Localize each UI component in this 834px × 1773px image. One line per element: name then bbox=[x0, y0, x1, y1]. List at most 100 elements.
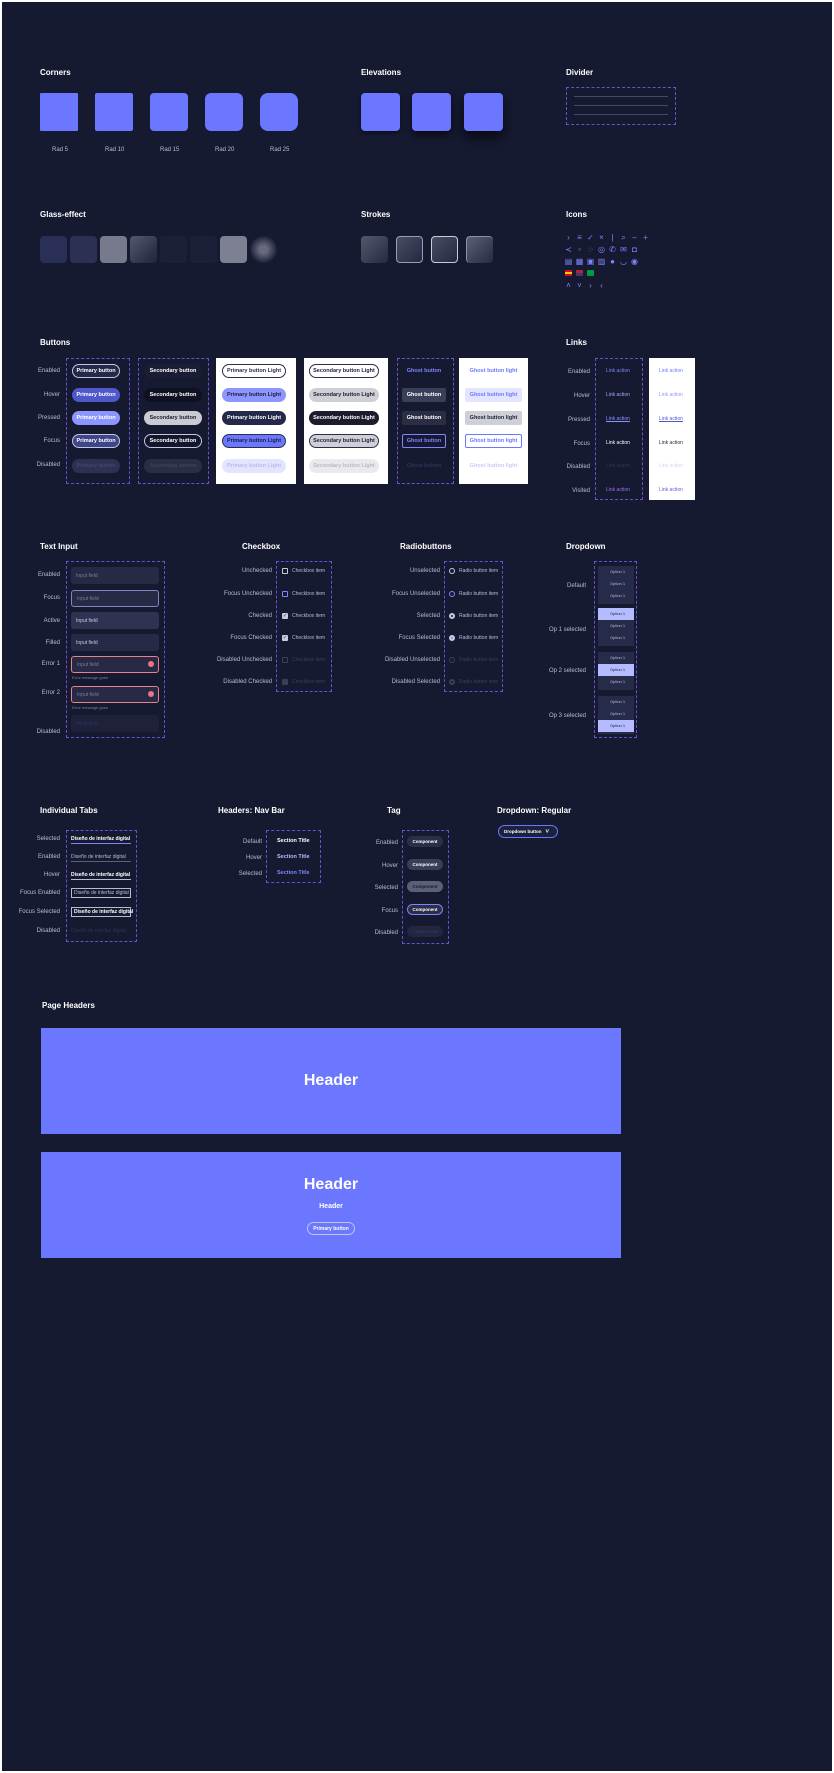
ghost-button-hover[interactable]: Ghost button bbox=[402, 388, 446, 402]
checkbox-disabled-unchecked[interactable] bbox=[282, 657, 288, 663]
ghost-button-disabled[interactable]: Ghost button bbox=[402, 459, 446, 473]
tab-focus-selected[interactable]: Diseño de interfaz digital bbox=[71, 907, 133, 917]
dropdown-regular-button[interactable]: Dropdown button ˅ bbox=[498, 825, 558, 838]
secondary-button-disabled[interactable]: Secondary button bbox=[144, 459, 202, 473]
primary-button-pressed[interactable]: Primary button bbox=[72, 411, 120, 425]
checkbox-unchecked[interactable] bbox=[282, 568, 288, 574]
page-header-title: Header bbox=[303, 1072, 359, 1089]
link-hover[interactable]: Link action bbox=[606, 392, 630, 398]
dropdown-option[interactable]: Option 1 bbox=[610, 593, 625, 598]
ghost-light-button-pressed[interactable]: Ghost button light bbox=[465, 411, 522, 425]
link-light-focus[interactable]: Link action bbox=[659, 440, 683, 446]
link-light-pressed[interactable]: Link action bbox=[659, 416, 683, 422]
checkbox-checked[interactable]: ✓ bbox=[282, 613, 288, 619]
tab-selected[interactable]: Diseño de interfaz digital bbox=[71, 836, 131, 844]
ghost-light-button-enabled[interactable]: Ghost button light bbox=[465, 364, 522, 378]
radio-focus-selected[interactable] bbox=[449, 635, 455, 641]
ghost-light-button-hover[interactable]: Ghost button light bbox=[465, 388, 522, 402]
dot-icon: ● bbox=[610, 257, 615, 266]
secondary-light-button-focus[interactable]: Secondary button Light bbox=[309, 434, 379, 448]
primary-light-button-hover[interactable]: Primary button Light bbox=[222, 388, 286, 402]
link-light-disabled[interactable]: Link action bbox=[659, 463, 683, 469]
navbar-item-hover[interactable]: Section Title bbox=[277, 854, 310, 860]
dropdown-option[interactable]: Option 1 bbox=[610, 679, 625, 684]
secondary-light-button-disabled[interactable]: Secondary button Light bbox=[309, 459, 379, 473]
ghost-light-button-focus[interactable]: Ghost button light bbox=[465, 434, 522, 448]
state-label: Focus Unselected bbox=[391, 591, 440, 597]
link-light-enabled[interactable]: Link action bbox=[659, 368, 683, 374]
link-pressed[interactable]: Link action bbox=[606, 416, 630, 422]
radio-disabled-selected[interactable] bbox=[449, 679, 455, 685]
checkbox-focus-unchecked[interactable] bbox=[282, 591, 288, 597]
link-focus[interactable]: Link action bbox=[606, 440, 630, 446]
link-light-hover[interactable]: Link action bbox=[659, 392, 683, 398]
ghost-button-focus[interactable]: Ghost button bbox=[402, 434, 446, 448]
dropdown-option[interactable]: Option 1 bbox=[610, 611, 625, 616]
tab-disabled[interactable]: Diseño de interfaz digital bbox=[71, 928, 131, 934]
tag-disabled[interactable]: Component bbox=[407, 926, 443, 937]
minus-icon: – bbox=[632, 233, 637, 242]
tab-hover[interactable]: Diseño de interfaz digital bbox=[71, 872, 131, 880]
text-input-focus[interactable]: Input field bbox=[71, 590, 159, 607]
secondary-button-pressed[interactable]: Secondary button bbox=[144, 411, 202, 425]
dropdown-option[interactable]: Option 1 bbox=[610, 635, 625, 640]
secondary-light-button-hover[interactable]: Secondary button Light bbox=[309, 388, 379, 402]
text-input-enabled[interactable]: Input field bbox=[71, 567, 159, 584]
link-visited[interactable]: Link action bbox=[606, 487, 630, 493]
divider-line bbox=[574, 105, 668, 106]
text-input-error-2[interactable]: Input field bbox=[71, 686, 159, 703]
tab-focus-enabled[interactable]: Diseño de interfaz digital bbox=[71, 888, 131, 898]
primary-button-enabled[interactable]: Primary button bbox=[72, 364, 120, 378]
dropdown-option[interactable]: Option 1 bbox=[610, 581, 625, 586]
navbar-item-selected[interactable]: Section Title bbox=[277, 870, 310, 876]
text-input-error-1[interactable]: Input field bbox=[71, 656, 159, 673]
radio-selected[interactable] bbox=[449, 613, 455, 619]
state-label: Hover bbox=[43, 872, 60, 878]
checkbox-disabled-checked[interactable] bbox=[282, 679, 288, 685]
dropdown-option[interactable]: Option 1 bbox=[610, 699, 625, 704]
primary-light-button-enabled[interactable]: Primary button Light bbox=[222, 364, 286, 378]
dropdown-option[interactable]: Option 1 bbox=[610, 569, 625, 574]
dropdown-option[interactable]: Option 1 bbox=[610, 623, 625, 628]
page-header-primary-button[interactable]: Primary button bbox=[307, 1222, 355, 1235]
link-enabled[interactable]: Link action bbox=[606, 368, 630, 374]
secondary-button-enabled[interactable]: Secondary button bbox=[144, 364, 202, 378]
primary-light-button-disabled[interactable]: Primary button Light bbox=[222, 459, 286, 473]
ghost-button-enabled[interactable]: Ghost button bbox=[402, 364, 446, 378]
tag-selected[interactable]: Component bbox=[407, 881, 443, 892]
primary-light-button-pressed[interactable]: Primary button Light bbox=[222, 411, 286, 425]
text-input-filled[interactable]: Input field bbox=[71, 634, 159, 651]
tab-enabled[interactable]: Diseño de interfaz digital bbox=[71, 854, 131, 862]
close-icon: × bbox=[599, 233, 604, 242]
dropdown-option[interactable]: Option 1 bbox=[610, 711, 625, 716]
page-header-subtitle: Header bbox=[319, 1203, 343, 1210]
ghost-button-pressed[interactable]: Ghost button bbox=[402, 411, 446, 425]
checkbox-focus-checked[interactable]: ✓ bbox=[282, 635, 288, 641]
dropdown-option[interactable]: Option 1 bbox=[610, 723, 625, 728]
radio-focus-unselected[interactable] bbox=[449, 591, 455, 597]
primary-light-button-focus[interactable]: Primary button Light bbox=[222, 434, 286, 448]
dropdown-option[interactable]: Option 1 bbox=[610, 667, 625, 672]
primary-button-disabled[interactable]: Primary button bbox=[72, 459, 120, 473]
primary-button-hover[interactable]: Primary button bbox=[72, 388, 120, 402]
secondary-button-focus[interactable]: Secondary button bbox=[144, 434, 202, 448]
dropdown-option[interactable]: Option 1 bbox=[610, 655, 625, 660]
ghost-light-button-disabled[interactable]: Ghost button light bbox=[465, 459, 522, 473]
secondary-light-button-enabled[interactable]: Secondary button Light bbox=[309, 364, 379, 378]
tag-enabled[interactable]: Component bbox=[407, 836, 443, 847]
section-title-divider: Divider bbox=[566, 68, 594, 77]
radio-disabled-unselected[interactable] bbox=[449, 657, 455, 663]
link-light-visited[interactable]: Link action bbox=[659, 487, 683, 493]
text-input-active[interactable]: Input field bbox=[71, 612, 159, 629]
secondary-button-hover[interactable]: Secondary button bbox=[144, 388, 202, 402]
checkbox-label: Checkbox item bbox=[292, 568, 326, 574]
radio-unselected[interactable] bbox=[449, 568, 455, 574]
tag-hover[interactable]: Component bbox=[407, 859, 443, 870]
primary-button-focus[interactable]: Primary button bbox=[72, 434, 120, 448]
tag-focus[interactable]: Component bbox=[407, 904, 443, 915]
chevron-up-icon: ˄ bbox=[566, 281, 571, 290]
link-disabled[interactable]: Link action bbox=[606, 463, 630, 469]
text-input-disabled[interactable]: Input field bbox=[71, 715, 159, 732]
secondary-light-button-pressed[interactable]: Secondary button Light bbox=[309, 411, 379, 425]
navbar-item-default[interactable]: Section Title bbox=[277, 838, 310, 844]
